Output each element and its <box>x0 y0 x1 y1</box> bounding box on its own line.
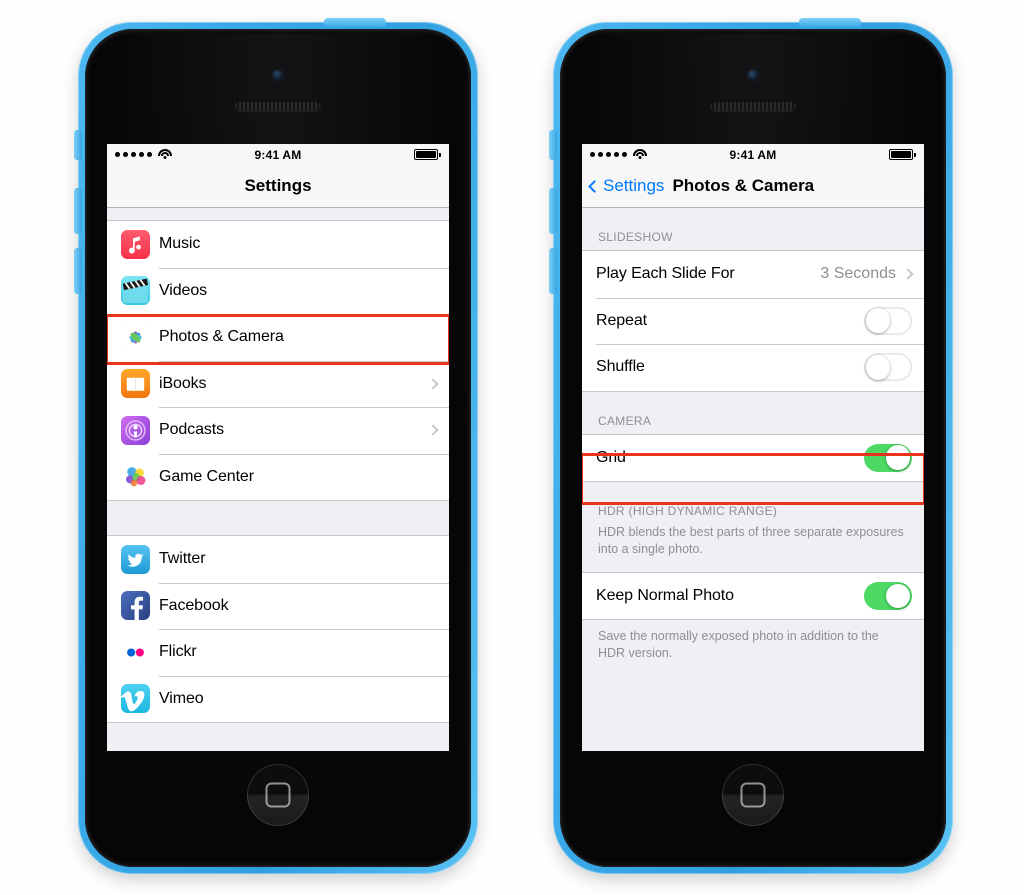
iphone-left-settings: 9:41 AM Settings Music Videos Photos & C… <box>74 18 478 874</box>
sidebar-item-podcasts[interactable]: Podcasts <box>107 407 449 454</box>
front-camera-icon <box>747 70 759 81</box>
volume-up-button[interactable] <box>549 188 557 234</box>
vimeo-app-icon <box>121 684 150 714</box>
row-label: Play Each Slide For <box>596 265 735 283</box>
settings-group-social: Twitter Facebook Flickr Vimeo <box>107 535 449 723</box>
screenshot-stage: 9:41 AM Settings Music Videos Photos & C… <box>0 0 1024 895</box>
sidebar-item-music[interactable]: Music <box>107 221 449 268</box>
nav-bar: Settings <box>107 165 449 208</box>
row-shuffle[interactable]: Shuffle <box>582 344 924 391</box>
music-app-icon <box>121 229 150 259</box>
home-square-icon <box>740 782 766 808</box>
page-title: Photos & Camera <box>672 176 815 195</box>
back-button[interactable]: Settings <box>588 176 665 196</box>
ibooks-app-icon <box>121 369 150 399</box>
status-clock: 9:41 AM <box>729 147 777 162</box>
volume-down-button[interactable] <box>549 248 557 294</box>
front-camera-icon <box>272 70 284 81</box>
flickr-app-icon <box>121 637 150 667</box>
repeat-toggle[interactable] <box>864 306 912 335</box>
sidebar-item-game-center[interactable]: Game Center <box>107 453 449 500</box>
settings-group-media: Music Videos Photos & Camera iBooks Podc… <box>107 220 449 501</box>
ring-silent-switch[interactable] <box>74 130 82 160</box>
row-label: Twitter <box>159 550 206 568</box>
power-button[interactable] <box>799 18 861 27</box>
row-label: Vimeo <box>159 689 204 707</box>
list-bottom-gap <box>107 723 449 751</box>
settings-group-camera: Grid <box>582 433 924 482</box>
back-button-label: Settings <box>603 176 665 195</box>
home-square-icon <box>265 782 291 808</box>
row-label: Music <box>159 235 201 253</box>
videos-app-icon <box>121 276 150 306</box>
sidebar-item-flickr[interactable]: Flickr <box>107 629 449 676</box>
row-repeat[interactable]: Repeat <box>582 297 924 344</box>
row-label: Podcasts <box>159 421 225 439</box>
status-bar: 9:41 AM <box>107 144 449 165</box>
gamecenter-app-icon <box>121 462 150 492</box>
status-clock: 9:41 AM <box>254 147 302 162</box>
earpiece-speaker-icon <box>235 100 321 111</box>
page-title: Settings <box>244 176 312 195</box>
section-header-slideshow: SLIDESHOW <box>582 208 924 250</box>
row-grid[interactable]: Grid <box>582 434 924 481</box>
row-label: Repeat <box>596 311 647 329</box>
power-button[interactable] <box>324 18 386 27</box>
right-screen: 9:41 AM Settings Photos & Camera SLIDESH… <box>582 144 924 751</box>
sidebar-item-twitter[interactable]: Twitter <box>107 536 449 583</box>
row-keep-normal-photo[interactable]: Keep Normal Photo <box>582 572 924 620</box>
group-separator-gap <box>107 501 449 535</box>
row-value: 3 Seconds <box>820 265 896 283</box>
list-top-gap <box>107 208 449 220</box>
row-play-each-slide-for[interactable]: Play Each Slide For 3 Seconds <box>582 251 924 298</box>
row-label: Photos & Camera <box>159 328 284 346</box>
photos-app-icon <box>121 322 150 352</box>
section-header-camera: CAMERA <box>582 391 924 434</box>
chevron-left-icon <box>588 179 601 193</box>
volume-up-button[interactable] <box>74 188 82 234</box>
nav-bar: Settings Photos & Camera <box>582 165 924 208</box>
row-label: Flickr <box>159 643 197 661</box>
row-label: Shuffle <box>596 358 645 376</box>
settings-group-slideshow: Play Each Slide For 3 Seconds Repeat Shu… <box>582 250 924 392</box>
keep-normal-photo-description: Save the normally exposed photo in addit… <box>582 620 924 676</box>
status-bar: 9:41 AM <box>582 144 924 165</box>
iphone-right-photos-camera: 9:41 AM Settings Photos & Camera SLIDESH… <box>549 18 953 874</box>
podcasts-app-icon <box>121 415 150 445</box>
home-button[interactable] <box>247 764 309 826</box>
row-label: Grid <box>596 448 626 466</box>
facebook-app-icon <box>121 591 150 621</box>
row-label: Keep Normal Photo <box>596 587 734 604</box>
earpiece-speaker-icon <box>710 100 796 111</box>
chevron-right-icon <box>902 268 914 280</box>
hdr-description: HDR blends the best parts of three separ… <box>582 524 924 572</box>
keep-normal-photo-toggle[interactable] <box>864 582 912 610</box>
home-button[interactable] <box>722 764 784 826</box>
shuffle-toggle[interactable] <box>864 353 912 382</box>
section-header-hdr: HDR (HIGH DYNAMIC RANGE) <box>582 482 924 524</box>
grid-toggle[interactable] <box>864 443 912 472</box>
chevron-right-icon <box>427 378 439 390</box>
sidebar-item-facebook[interactable]: Facebook <box>107 582 449 629</box>
ring-silent-switch[interactable] <box>549 130 557 160</box>
settings-group-hdr: Keep Normal Photo <box>582 571 924 621</box>
sidebar-item-photos-camera[interactable]: Photos & Camera <box>107 314 449 361</box>
twitter-app-icon <box>121 544 150 574</box>
sidebar-item-videos[interactable]: Videos <box>107 267 449 314</box>
row-label: Videos <box>159 281 208 299</box>
row-label: iBooks <box>159 374 207 392</box>
row-label: Facebook <box>159 596 229 614</box>
left-screen: 9:41 AM Settings Music Videos Photos & C… <box>107 144 449 751</box>
chevron-right-icon <box>427 424 439 436</box>
sidebar-item-vimeo[interactable]: Vimeo <box>107 675 449 722</box>
volume-down-button[interactable] <box>74 248 82 294</box>
sidebar-item-ibooks[interactable]: iBooks <box>107 360 449 407</box>
row-label: Game Center <box>159 467 254 485</box>
